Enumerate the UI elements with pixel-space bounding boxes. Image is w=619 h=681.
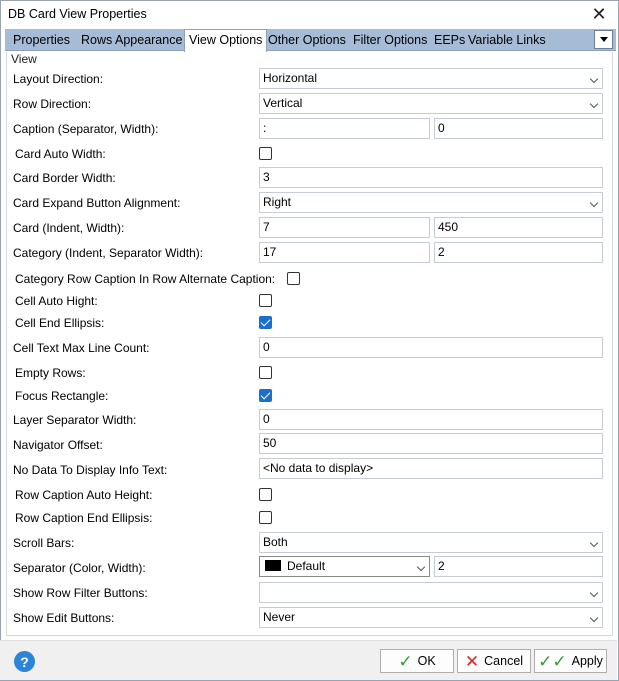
- show-row-filter-buttons-label: Show Row Filter Buttons:: [13, 586, 148, 600]
- layer-separator-width-input[interactable]: 0: [259, 409, 603, 430]
- apply-button[interactable]: ✓✓ Apply: [534, 649, 607, 673]
- row-caption-end-ellipsis-label: Row Caption End Ellipsis:: [15, 511, 153, 525]
- check-icon: ✓: [398, 651, 413, 671]
- tab-overflow-dropdown-icon[interactable]: [594, 30, 613, 49]
- tab-filter-options[interactable]: Filter Options: [349, 31, 431, 51]
- separator-color-name: Default: [287, 559, 326, 573]
- cell-text-max-line-label: Cell Text Max Line Count:: [13, 341, 150, 355]
- caption-separator-input[interactable]: :: [259, 118, 430, 139]
- x-icon: ✕: [464, 651, 480, 671]
- show-row-filter-buttons-select[interactable]: [259, 582, 603, 603]
- help-icon[interactable]: ?: [14, 651, 35, 672]
- empty-rows-checkbox[interactable]: [259, 366, 272, 379]
- category-row-caption-label: Category Row Caption In Row Alternate Ca…: [15, 272, 276, 286]
- window-title: DB Card View Properties: [8, 7, 147, 21]
- layout-direction-label: Layout Direction:: [13, 72, 104, 86]
- show-edit-buttons-select[interactable]: Never: [259, 607, 603, 628]
- row-direction-select[interactable]: Vertical: [259, 93, 603, 114]
- tab-properties[interactable]: Properties: [9, 31, 74, 51]
- cell-auto-hight-checkbox[interactable]: [259, 294, 272, 307]
- card-indent-label: Card (Indent, Width):: [13, 221, 125, 235]
- card-border-width-label: Card Border Width:: [13, 171, 116, 185]
- category-separator-width-input[interactable]: 2: [434, 242, 603, 263]
- category-row-caption-checkbox[interactable]: [287, 272, 300, 285]
- cancel-button[interactable]: ✕ Cancel: [457, 649, 531, 673]
- ok-button[interactable]: ✓ OK: [380, 649, 454, 673]
- layout-direction-select[interactable]: Horizontal: [259, 68, 603, 89]
- no-data-text-input[interactable]: <No data to display>: [259, 458, 603, 479]
- show-edit-buttons-label: Show Edit Buttons:: [13, 611, 115, 625]
- empty-rows-label: Empty Rows:: [15, 366, 86, 380]
- separator-width-input[interactable]: 2: [434, 556, 603, 577]
- card-auto-width-label: Card Auto Width:: [15, 147, 106, 161]
- navigator-offset-input[interactable]: 50: [259, 433, 603, 454]
- category-indent-label: Category (Indent, Separator Width):: [13, 246, 204, 260]
- tab-appearance[interactable]: Appearance: [111, 31, 186, 51]
- layer-separator-width-label: Layer Separator Width:: [13, 413, 137, 427]
- cancel-label: Cancel: [484, 654, 524, 668]
- card-indent-input[interactable]: 7: [259, 217, 430, 238]
- scroll-bars-label: Scroll Bars:: [13, 536, 75, 550]
- card-auto-width-checkbox[interactable]: [259, 147, 272, 160]
- cell-auto-hight-label: Cell Auto Hight:: [15, 294, 98, 308]
- caption-width-input[interactable]: 0: [434, 118, 603, 139]
- navigator-offset-label: Navigator Offset:: [13, 438, 103, 452]
- tab-view-options[interactable]: View Options: [184, 29, 268, 52]
- card-expand-alignment-select[interactable]: Right: [259, 192, 603, 213]
- tab-other-options[interactable]: Other Options: [264, 31, 350, 51]
- row-caption-auto-height-label: Row Caption Auto Height:: [15, 488, 153, 502]
- color-swatch: [265, 560, 281, 571]
- focus-rectangle-checkbox[interactable]: [259, 389, 272, 402]
- cell-end-ellipsis-checkbox[interactable]: [259, 316, 272, 329]
- separator-color-select[interactable]: Default: [259, 556, 430, 577]
- group-title: View: [11, 52, 37, 66]
- title-bar: DB Card View Properties ✕: [1, 1, 618, 28]
- focus-rectangle-label: Focus Rectangle:: [15, 389, 109, 403]
- caption-label: Caption (Separator, Width):: [13, 122, 159, 136]
- separator-label: Separator (Color, Width):: [13, 561, 146, 575]
- card-border-width-input[interactable]: 3: [259, 167, 603, 188]
- cell-end-ellipsis-label: Cell End Ellipsis:: [15, 316, 105, 330]
- row-direction-label: Row Direction:: [13, 97, 92, 111]
- ok-label: OK: [417, 654, 436, 668]
- row-caption-end-ellipsis-checkbox[interactable]: [259, 511, 272, 524]
- card-width-input[interactable]: 450: [434, 217, 603, 238]
- double-check-icon: ✓✓: [538, 651, 567, 671]
- scroll-bars-select[interactable]: Both: [259, 532, 603, 553]
- category-indent-input[interactable]: 17: [259, 242, 430, 263]
- row-caption-auto-height-checkbox[interactable]: [259, 488, 272, 501]
- tab-variable-links[interactable]: Variable Links: [464, 31, 550, 51]
- apply-label: Apply: [571, 654, 603, 668]
- tab-bar: Properties Rows Appearance View Options …: [5, 29, 616, 52]
- card-expand-alignment-label: Card Expand Button Alignment:: [13, 196, 181, 210]
- no-data-text-label: No Data To Display Info Text:: [13, 463, 168, 477]
- close-icon[interactable]: ✕: [586, 3, 612, 25]
- cell-text-max-line-input[interactable]: 0: [259, 337, 603, 358]
